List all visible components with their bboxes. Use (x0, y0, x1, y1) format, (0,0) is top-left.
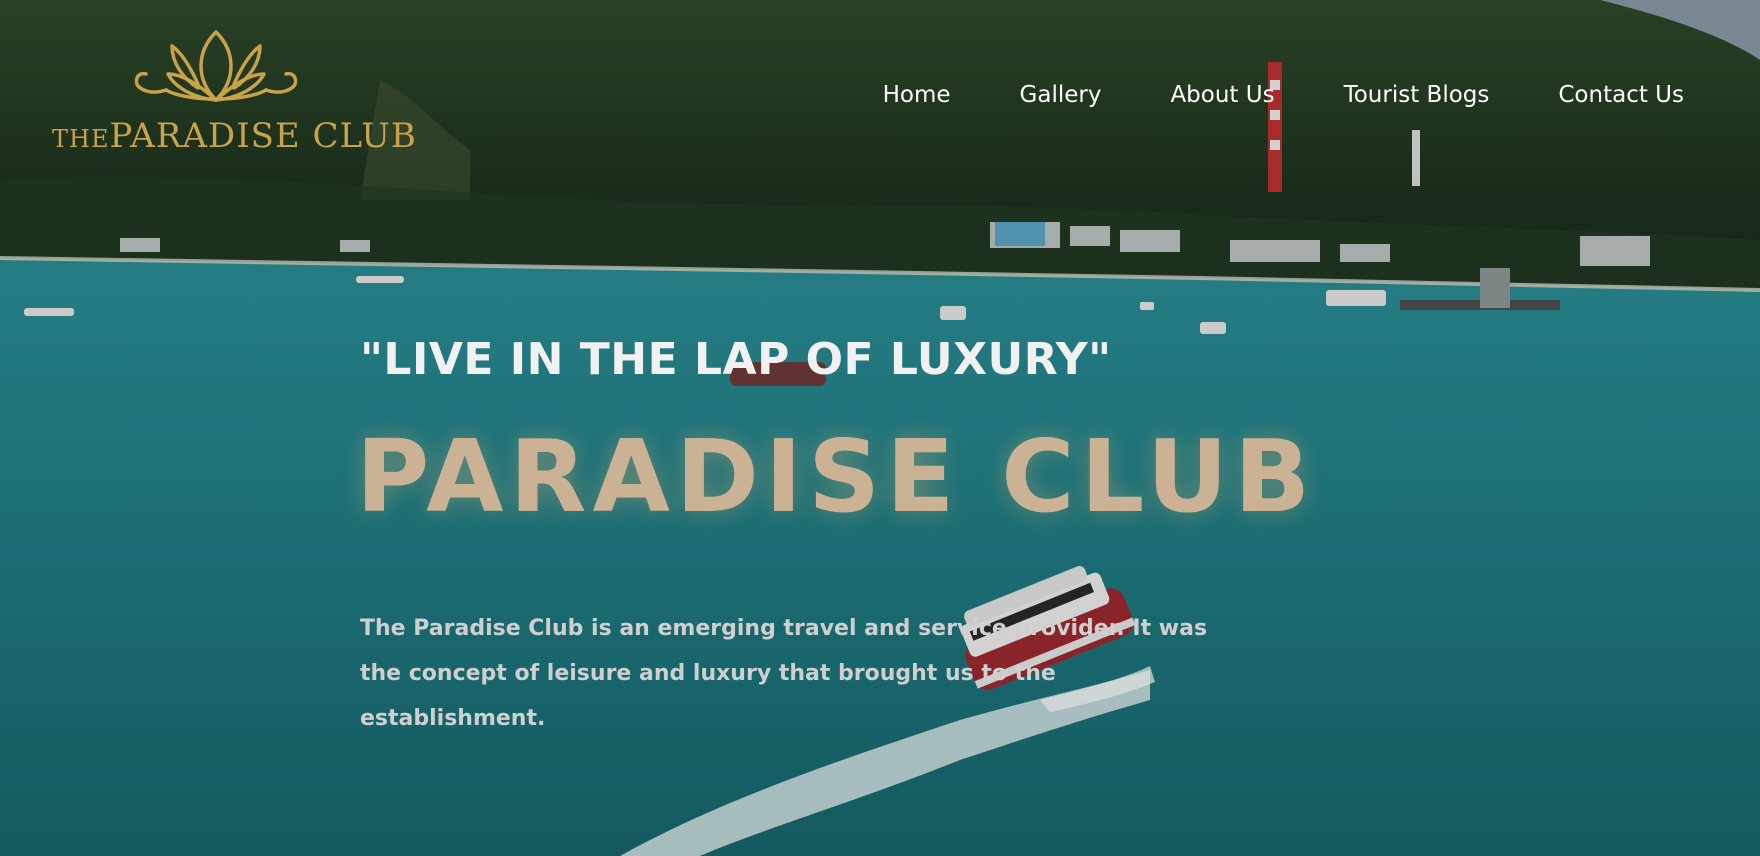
site-logo[interactable]: THEPARADISE CLUB (52, 28, 416, 158)
hero-title: PARADISE CLUB (356, 418, 1317, 535)
lotus-icon (134, 30, 298, 102)
hero-description: The Paradise Club is an emerging travel … (360, 616, 1208, 731)
logo-name: PARADISE CLUB (109, 116, 417, 156)
nav-item-home[interactable]: Home (883, 82, 951, 108)
hero-section: THEPARADISE CLUB Home Gallery About Us T… (0, 0, 1760, 856)
nav-item-contact-us[interactable]: Contact Us (1558, 82, 1684, 108)
hero-tagline: "LIVE IN THE LAP OF LUXURY" (360, 334, 1112, 385)
main-nav: Home Gallery About Us Tourist Blogs Cont… (814, 82, 1684, 108)
nav-item-about-us[interactable]: About Us (1170, 82, 1274, 108)
logo-prefix: THE (52, 125, 110, 153)
logo-wordmark: THEPARADISE CLUB (52, 116, 417, 156)
nav-item-tourist-blogs[interactable]: Tourist Blogs (1344, 82, 1490, 108)
nav-item-gallery[interactable]: Gallery (1020, 82, 1102, 108)
